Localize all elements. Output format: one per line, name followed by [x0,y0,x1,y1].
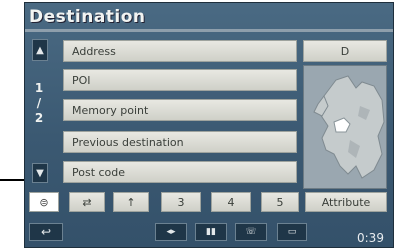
menu-item-previous-destination[interactable]: Previous destination [63,131,297,153]
menu-item-label: Memory point [72,103,149,117]
page-current: 1 [34,81,44,95]
status-button-2[interactable]: ▮▮ [195,223,227,241]
page-indicator: 1 / 2 [32,81,46,126]
tab-5[interactable]: 5 [261,192,299,212]
menu-item-memory-point[interactable]: Memory point [63,99,297,121]
attribute-button[interactable]: Attribute [305,192,387,212]
tab-3[interactable]: 3 [161,192,201,212]
scroll-down-button[interactable]: ▼ [32,163,48,183]
tab-label: 5 [276,195,284,209]
menu-item-label: Previous destination [72,135,184,149]
europe-map [303,65,387,189]
menu-item-address[interactable]: Address [63,40,297,62]
status-button-3[interactable]: ☏ [235,223,267,241]
tab-label: 4 [227,195,235,209]
navigation-panel: Destination ▲ 1 / 2 ▼ Address POI Memory… [24,2,394,248]
arrow-up-icon: ▲ [36,44,44,56]
country-button[interactable]: D [303,40,387,62]
media-icon: ◂▸ [166,227,176,237]
clock: 0:39 [357,231,384,245]
arrow-down-icon: ▼ [36,167,44,179]
scroll-up-button[interactable]: ▲ [32,39,48,61]
tab-4[interactable]: 4 [211,192,251,212]
audio-icon: ▮▮ [206,227,216,237]
country-code: D [340,44,350,58]
page-total: 2 [34,111,44,125]
back-button[interactable]: ↩ [29,223,63,241]
tab-label: 3 [177,195,185,209]
menu-item-label: Address [72,44,116,58]
tab-2[interactable]: ↑ [113,192,149,212]
page-title: Destination [29,7,146,27]
search-mode-icon: ⊜ [39,195,49,209]
phone-icon: ☏ [245,227,257,237]
tab-label: ⇄ [82,195,92,209]
menu-item-poi[interactable]: POI [63,69,297,91]
back-arrow-icon: ↩ [40,225,52,239]
message-icon: ▭ [287,227,297,237]
tab-1[interactable]: ⇄ [69,192,105,212]
menu-item-label: Post code [72,165,126,179]
status-button-4[interactable]: ▭ [277,223,307,241]
menu-item-label: POI [72,73,91,87]
keyboard-mode-button[interactable]: ⊜ [29,192,59,212]
screen: Destination ▲ 1 / 2 ▼ Address POI Memory… [0,0,400,248]
menu-item-post-code[interactable]: Post code [63,161,297,183]
title-divider [25,29,393,32]
europe-map-graphic [304,66,386,188]
page-separator: / [36,96,42,110]
tab-label: ↑ [126,195,136,209]
attribute-label: Attribute [321,195,371,209]
status-button-1[interactable]: ◂▸ [155,223,187,241]
